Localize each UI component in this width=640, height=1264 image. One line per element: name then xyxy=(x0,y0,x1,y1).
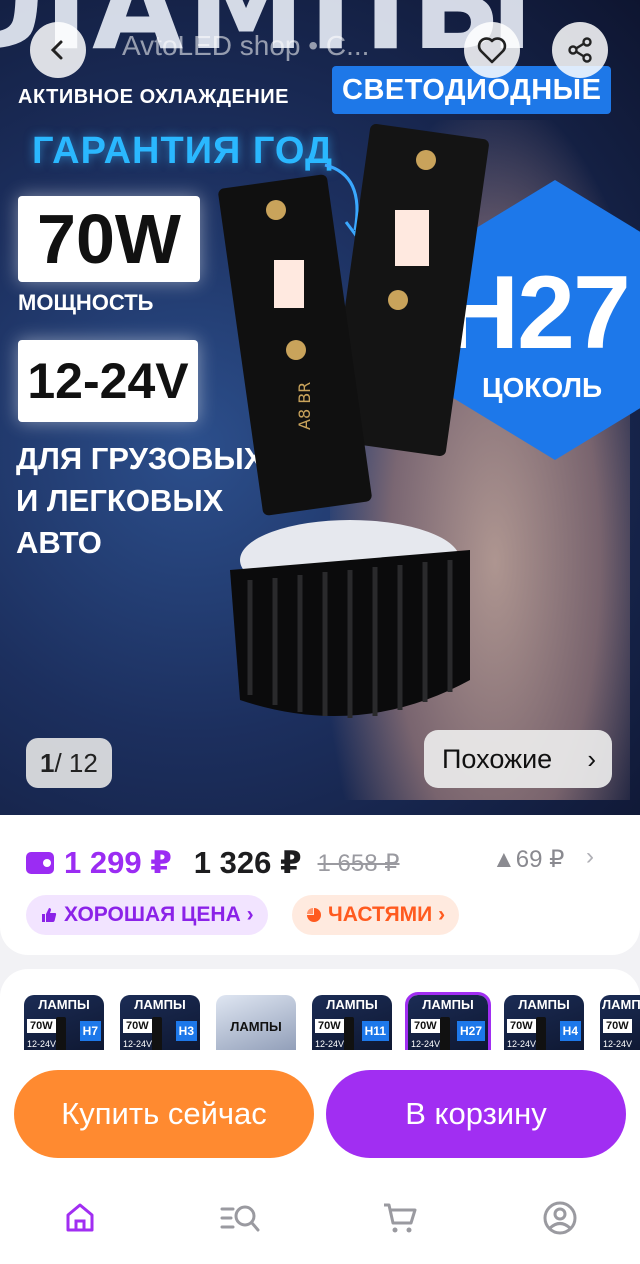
installments-chip[interactable]: ЧАСТЯМИ › xyxy=(292,895,460,935)
share-button[interactable] xyxy=(552,22,608,78)
back-button[interactable] xyxy=(30,22,86,78)
variant-title: ЛАМПЫ xyxy=(602,997,640,1012)
variant-title: ЛАМПЫ xyxy=(422,997,474,1012)
variant-power: 70W xyxy=(411,1019,440,1033)
variant-code: H7 xyxy=(79,1021,101,1041)
price: 1 326 ₽ xyxy=(193,845,302,880)
power-value-box: 70W xyxy=(18,196,200,282)
variant-volt: 12-24V xyxy=(603,1039,633,1049)
nav-cart[interactable] xyxy=(376,1194,424,1242)
price-row[interactable]: 1 299 ₽ 1 326 ₽ 1 658 ₽ xyxy=(26,843,400,883)
price-card: 1 299 ₽ 1 326 ₽ 1 658 ₽ ▲69 ₽ › ХОРОШАЯ … xyxy=(0,815,640,955)
image-counter: 1/ 12 xyxy=(26,738,112,788)
price-delta: ▲69 ₽ xyxy=(492,846,565,873)
variant-title: ЛАМПЫ xyxy=(38,997,90,1012)
variant-volt: 12-24V xyxy=(27,1039,57,1049)
product-image-gallery[interactable]: ЛАМПЫ АКТИВНОЕ ОХЛАЖДЕНИЕ СВЕТОДИОДНЫЕ Г… xyxy=(0,0,640,815)
lamp-marking: A8 BR xyxy=(295,382,314,430)
buy-now-button[interactable]: Купить сейчас xyxy=(14,1070,314,1158)
wallet-icon xyxy=(26,852,54,874)
variant-title: ЛАМПЫ xyxy=(326,997,378,1012)
wallet-price: 1 299 ₽ xyxy=(64,845,172,880)
variant-code: H27 xyxy=(456,1021,485,1041)
add-to-cart-button[interactable]: В корзину xyxy=(326,1070,626,1158)
action-bar: Купить сейчас В корзину xyxy=(0,1050,640,1180)
base-label: ЦОКОЛЬ xyxy=(482,372,603,403)
cooling-label: АКТИВНОЕ ОХЛАЖДЕНИЕ xyxy=(18,86,290,108)
voltage-box: 12-24V xyxy=(18,340,198,422)
led-lamps-illustration: A8 BR xyxy=(218,123,489,718)
back-arrow-icon xyxy=(50,40,63,60)
installments-label: ЧАСТЯМИ › xyxy=(328,903,446,926)
variant-title: ЛАМПЫ xyxy=(518,997,570,1012)
catalog-search-icon xyxy=(220,1205,260,1232)
variant-code: H4 xyxy=(559,1021,581,1041)
variant-volt: 12-24V xyxy=(315,1039,345,1049)
bottom-navigation xyxy=(0,1180,640,1264)
thumbs-up-icon xyxy=(42,908,57,922)
variant-power: 70W xyxy=(315,1019,344,1033)
nav-catalog[interactable] xyxy=(216,1194,264,1242)
pie-icon xyxy=(307,908,321,922)
variant-volt: 12-24V xyxy=(507,1039,537,1049)
good-price-chip[interactable]: ХОРОШАЯ ЦЕНА › xyxy=(26,895,268,935)
favorite-button[interactable] xyxy=(464,22,520,78)
variant-volt: 12-24V xyxy=(123,1039,153,1049)
variant-title: ЛАМПЫ xyxy=(134,997,186,1012)
shop-name[interactable]: AvtoLED shop • С... xyxy=(122,30,452,62)
home-icon xyxy=(66,1203,94,1232)
variant-code: H3 xyxy=(175,1021,197,1041)
profile-icon xyxy=(543,1201,577,1235)
image-total: / 12 xyxy=(54,748,98,778)
variant-power: 70W xyxy=(27,1019,56,1033)
variant-title: ЛАМПЫ xyxy=(230,1019,282,1034)
nav-profile[interactable] xyxy=(536,1194,584,1242)
share-icon xyxy=(568,37,592,63)
similar-label: Похожие xyxy=(442,744,553,774)
cart-icon xyxy=(384,1203,417,1233)
variant-volt: 12-24V xyxy=(411,1039,441,1049)
heart-icon xyxy=(477,37,507,64)
chevron-right-icon[interactable]: › xyxy=(586,843,594,871)
power-label: МОЩНОСТЬ xyxy=(18,290,154,315)
old-price: 1 658 ₽ xyxy=(317,849,400,877)
variant-power: 70W xyxy=(507,1019,536,1033)
variant-power: 70W xyxy=(123,1019,152,1033)
variant-code: H11 xyxy=(361,1021,389,1041)
nav-home[interactable] xyxy=(56,1194,104,1242)
good-price-label: ХОРОШАЯ ЦЕНА › xyxy=(64,903,254,926)
image-index: 1 xyxy=(40,748,55,778)
variant-power: 70W xyxy=(603,1019,632,1033)
chevron-right-icon: › xyxy=(587,744,596,774)
similar-button[interactable]: Похожие › xyxy=(424,730,612,788)
